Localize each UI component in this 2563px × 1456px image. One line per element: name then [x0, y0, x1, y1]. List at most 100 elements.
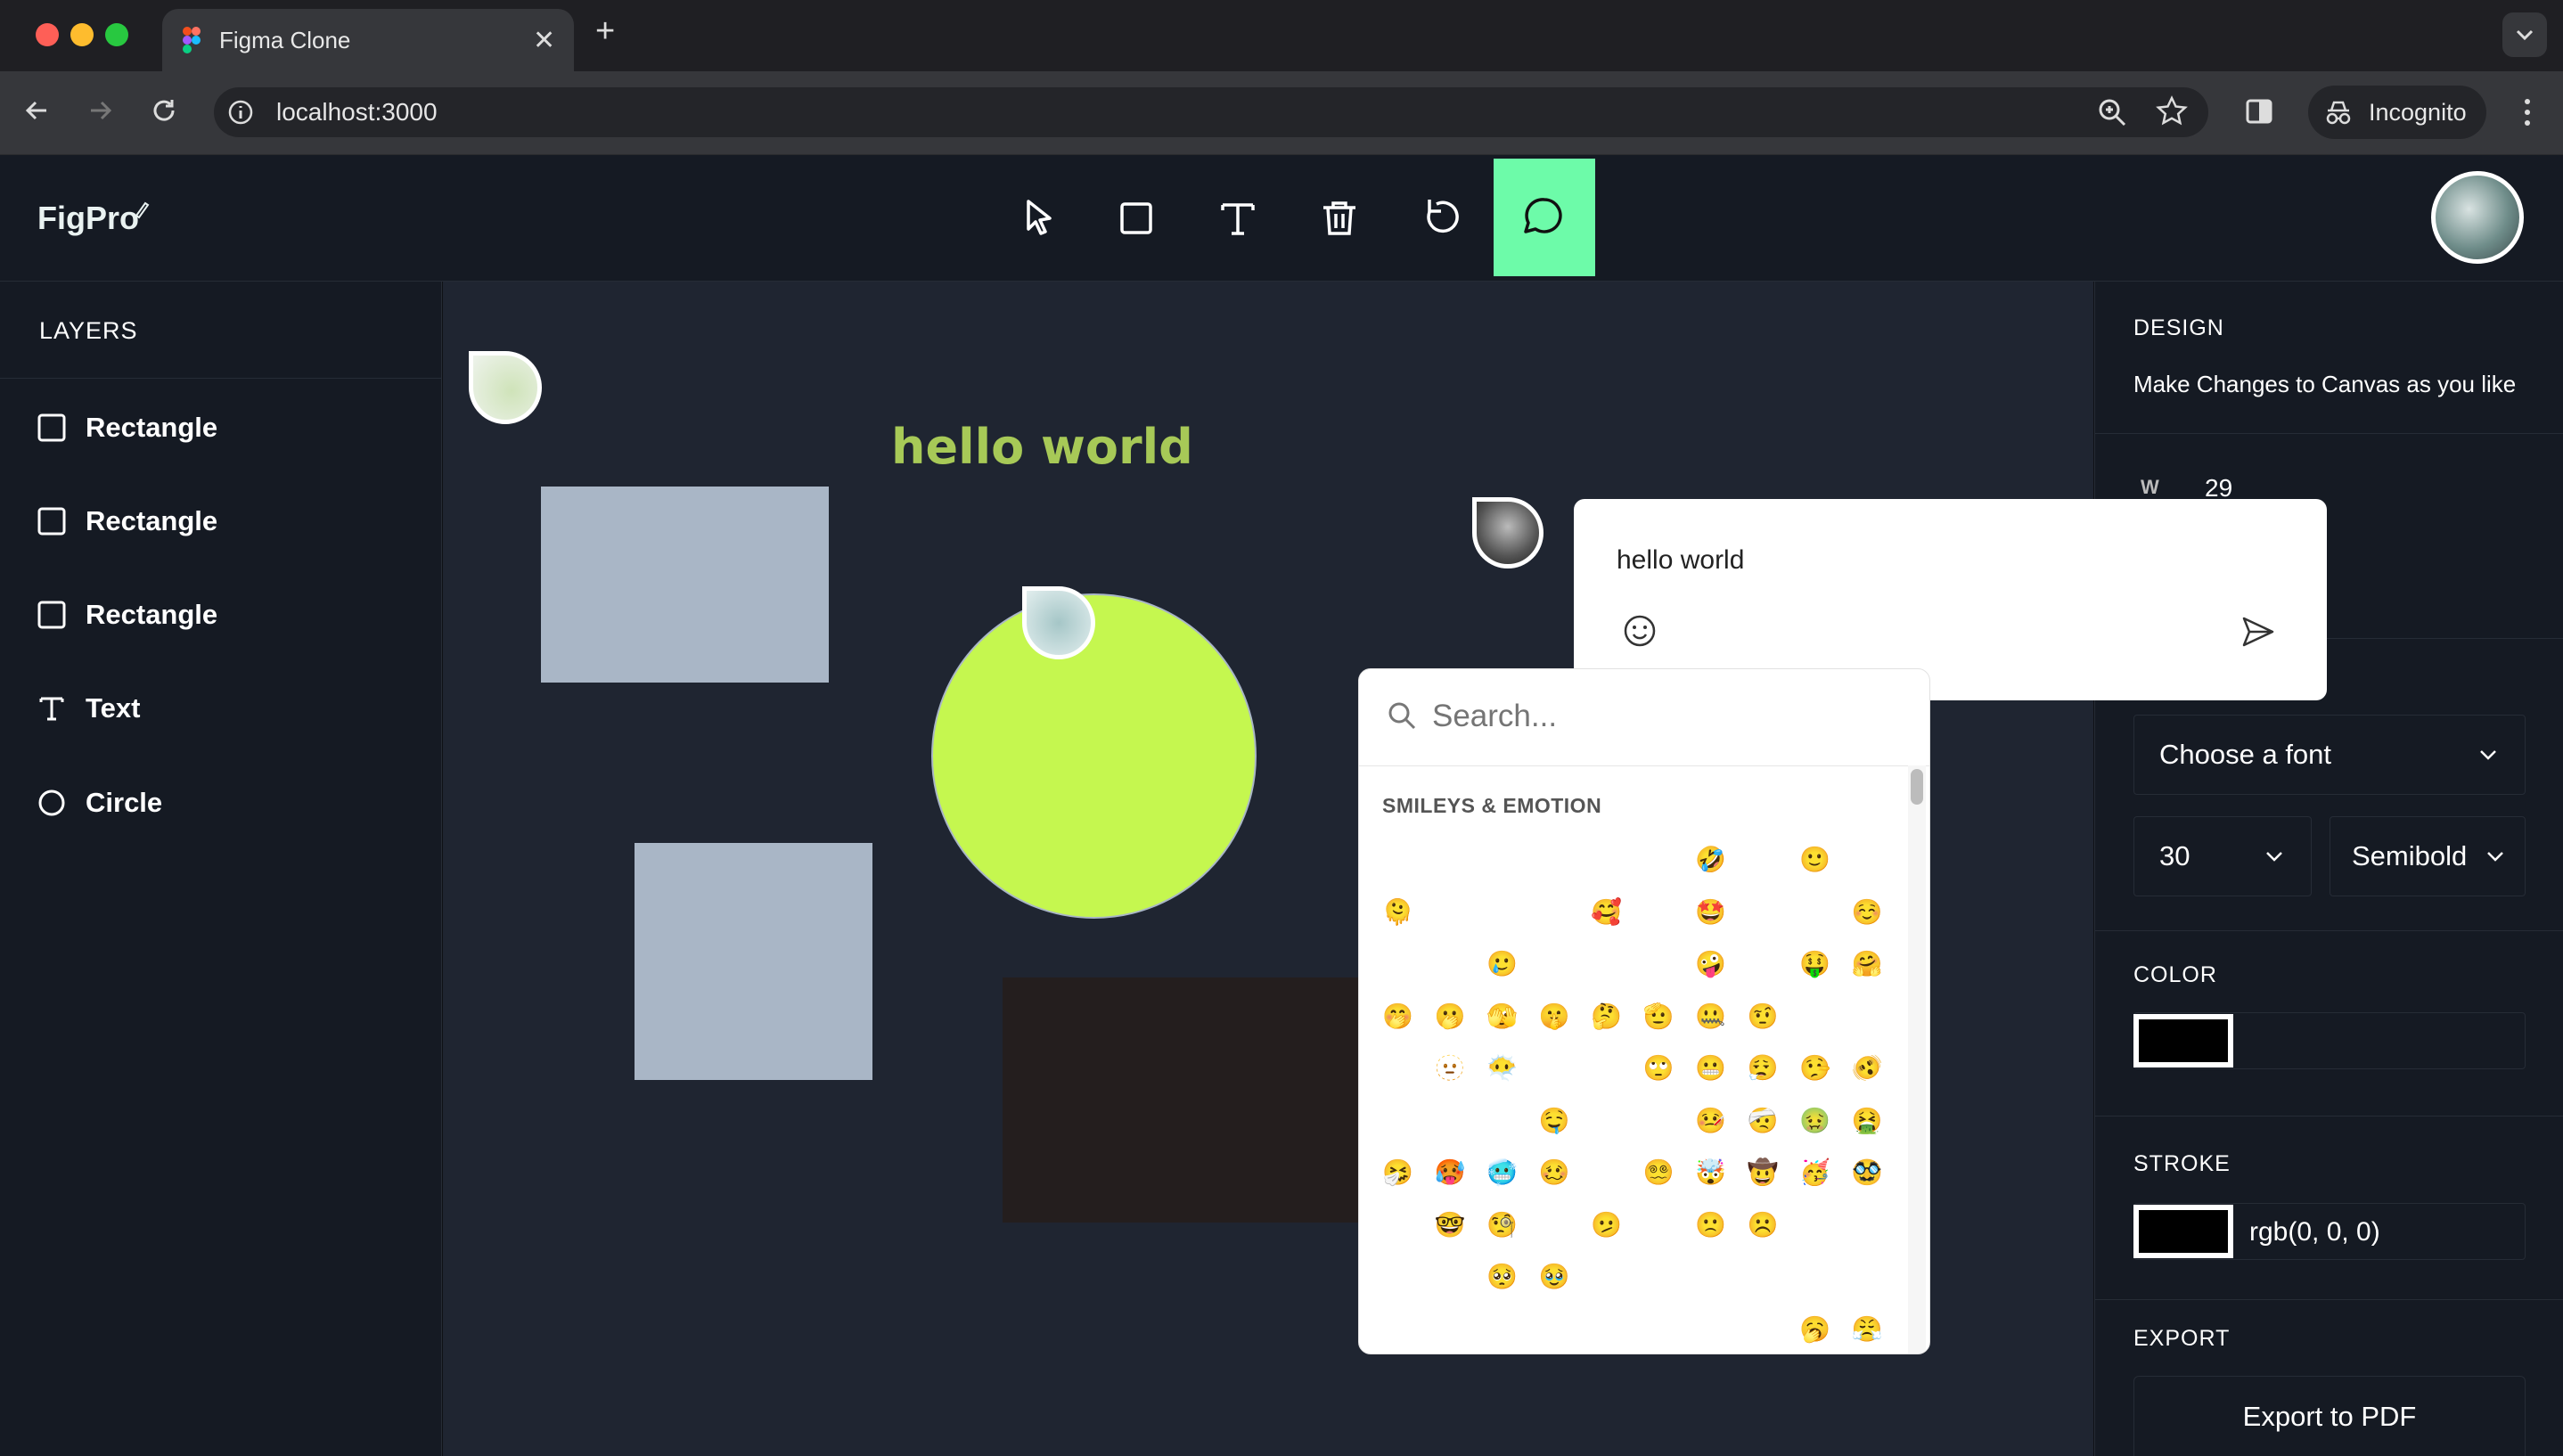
- layer-item-circle[interactable]: Circle: [37, 780, 162, 826]
- canvas-text-object[interactable]: hello world: [891, 419, 1193, 475]
- font-weight-select[interactable]: Semibold: [2330, 816, 2526, 896]
- emoji-item[interactable]: 😵‍💫: [1643, 1160, 1675, 1185]
- emoji-item[interactable]: 😗: [1799, 899, 1825, 925]
- emoji-item[interactable]: 🫣: [1486, 1003, 1518, 1029]
- emoji-item[interactable]: 😭: [1382, 1316, 1412, 1342]
- emoji-item[interactable]: 🫠: [1382, 899, 1413, 925]
- text-tool-button[interactable]: [1207, 187, 1269, 249]
- emoji-item[interactable]: 😌: [1382, 1108, 1408, 1133]
- emoji-item[interactable]: ☺️: [1852, 899, 1883, 925]
- emoji-item[interactable]: 😐: [1799, 1003, 1825, 1029]
- canvas-rectangle-1[interactable]: [541, 487, 829, 683]
- emoji-item[interactable]: 🥶: [1486, 1160, 1518, 1185]
- site-info-icon[interactable]: [226, 98, 255, 127]
- emoji-item[interactable]: 🤥: [1799, 1056, 1830, 1081]
- rectangle-tool-button[interactable]: [1105, 187, 1167, 249]
- stroke-swatch[interactable]: [2133, 1205, 2233, 1258]
- canvas-circle[interactable]: [931, 593, 1257, 919]
- emoji-item[interactable]: 😢: [1852, 1264, 1878, 1289]
- emoji-item[interactable]: 😜: [1643, 952, 1669, 977]
- emoji-item[interactable]: 😥: [1799, 1264, 1825, 1289]
- emoji-item[interactable]: 😰: [1748, 1264, 1773, 1289]
- emoji-item[interactable]: 😧: [1643, 1264, 1669, 1289]
- canvas-rectangle-3[interactable]: [1003, 977, 1386, 1223]
- emoji-item[interactable]: 🤓: [1435, 1212, 1466, 1238]
- emoji-item[interactable]: 🤗: [1852, 952, 1883, 977]
- emoji-item[interactable]: 🙁: [1695, 1212, 1726, 1238]
- layer-item-rectangle-2[interactable]: Rectangle: [37, 498, 217, 544]
- emoji-item[interactable]: 🤒: [1695, 1108, 1726, 1133]
- emoji-item[interactable]: 🥲: [1486, 952, 1518, 977]
- emoji-item[interactable]: 🙂: [1799, 847, 1830, 872]
- emoji-item[interactable]: 😋: [1539, 952, 1565, 977]
- emoji-item[interactable]: 🥴: [1539, 1160, 1570, 1185]
- maximize-window-button[interactable]: [105, 23, 128, 46]
- export-pdf-button[interactable]: Export to PDF: [2133, 1376, 2526, 1456]
- emoji-item[interactable]: 😖: [1486, 1316, 1512, 1342]
- send-button[interactable]: [2239, 613, 2276, 650]
- new-tab-icon[interactable]: +: [595, 12, 615, 51]
- browser-menu-icon[interactable]: [2518, 94, 2536, 130]
- emoji-item[interactable]: 😟: [1643, 1212, 1669, 1238]
- emoji-item[interactable]: 😙: [1435, 952, 1461, 977]
- address-bar[interactable]: [214, 87, 2208, 137]
- layer-item-text[interactable]: Text: [37, 685, 140, 732]
- user-avatar[interactable]: [2431, 171, 2524, 264]
- emoji-item[interactable]: 😲: [1382, 1264, 1408, 1289]
- emoji-item[interactable]: 😬: [1695, 1056, 1726, 1081]
- emoji-item[interactable]: 😘: [1748, 899, 1773, 925]
- emoji-item[interactable]: 🧐: [1486, 1212, 1518, 1238]
- emoji-item[interactable]: 😏: [1539, 1056, 1565, 1081]
- emoji-item[interactable]: 😮: [1799, 1212, 1825, 1238]
- emoji-item[interactable]: 😃: [1435, 847, 1461, 872]
- emoji-item[interactable]: 😕: [1539, 1212, 1565, 1238]
- emoji-item[interactable]: 🥸: [1852, 1160, 1883, 1185]
- emoji-item[interactable]: 😦: [1591, 1264, 1617, 1289]
- picker-scrollbar-thumb[interactable]: [1911, 769, 1923, 805]
- zoom-icon[interactable]: [2096, 96, 2128, 128]
- emoji-item[interactable]: 🤭: [1382, 1003, 1413, 1029]
- emoji-item[interactable]: 😵: [1591, 1160, 1617, 1185]
- emoji-item[interactable]: 🤠: [1748, 1160, 1779, 1185]
- emoji-item[interactable]: 🤫: [1539, 1003, 1570, 1029]
- emoji-item[interactable]: 🫥: [1435, 1056, 1466, 1081]
- tab-search-button[interactable]: [2502, 12, 2547, 57]
- comment-tool-button[interactable]: [1494, 159, 1595, 276]
- select-tool-button[interactable]: [1007, 187, 1069, 249]
- emoji-item[interactable]: 😴: [1591, 1108, 1631, 1133]
- emoji-item[interactable]: 🤤: [1539, 1108, 1570, 1133]
- emoji-item[interactable]: 😤: [1852, 1316, 1883, 1342]
- emoji-item[interactable]: 🥺: [1486, 1264, 1518, 1289]
- browser-tab[interactable]: Figma Clone ✕: [162, 9, 574, 71]
- emoji-item[interactable]: 😣: [1539, 1316, 1565, 1342]
- emoji-item[interactable]: 😆: [1591, 847, 1617, 872]
- emoji-item[interactable]: 🤩: [1695, 899, 1726, 925]
- emoji-item[interactable]: 😶: [1382, 1056, 1408, 1081]
- emoji-item[interactable]: 🥵: [1435, 1160, 1466, 1185]
- emoji-item[interactable]: 😑: [1852, 1003, 1878, 1029]
- emoji-item[interactable]: 😮‍💨: [1748, 1056, 1779, 1081]
- emoji-item[interactable]: 😂: [1748, 847, 1777, 872]
- emoji-item[interactable]: 🥰: [1591, 899, 1622, 925]
- emoji-item[interactable]: 🫤: [1591, 1212, 1622, 1238]
- canvas-rectangle-2[interactable]: [635, 843, 872, 1080]
- emoji-item[interactable]: 🥱: [1799, 1316, 1830, 1342]
- reload-icon[interactable]: [148, 94, 180, 127]
- close-tab-icon[interactable]: ✕: [533, 25, 555, 56]
- app-logo[interactable]: FigPro: [37, 200, 139, 237]
- emoji-item[interactable]: 😊: [1486, 899, 1512, 925]
- emoji-item[interactable]: 😶‍🌫️: [1486, 1056, 1518, 1081]
- emoji-item[interactable]: 😩: [1695, 1316, 1721, 1342]
- emoji-item[interactable]: 🤢: [1799, 1108, 1830, 1133]
- emoji-item[interactable]: 😁: [1539, 847, 1565, 872]
- side-panel-icon[interactable]: [2244, 96, 2274, 127]
- color-swatch[interactable]: [2133, 1014, 2233, 1067]
- font-size-select[interactable]: 30: [2133, 816, 2312, 896]
- minimize-window-button[interactable]: [70, 23, 94, 46]
- emoji-item[interactable]: 🤪: [1695, 952, 1726, 977]
- emoji-item[interactable]: 🫢: [1435, 1003, 1466, 1029]
- back-icon[interactable]: [21, 94, 53, 127]
- emoji-item[interactable]: 😎: [1382, 1212, 1408, 1238]
- reset-tool-button[interactable]: [1410, 187, 1472, 249]
- emoji-button[interactable]: [1622, 613, 1658, 649]
